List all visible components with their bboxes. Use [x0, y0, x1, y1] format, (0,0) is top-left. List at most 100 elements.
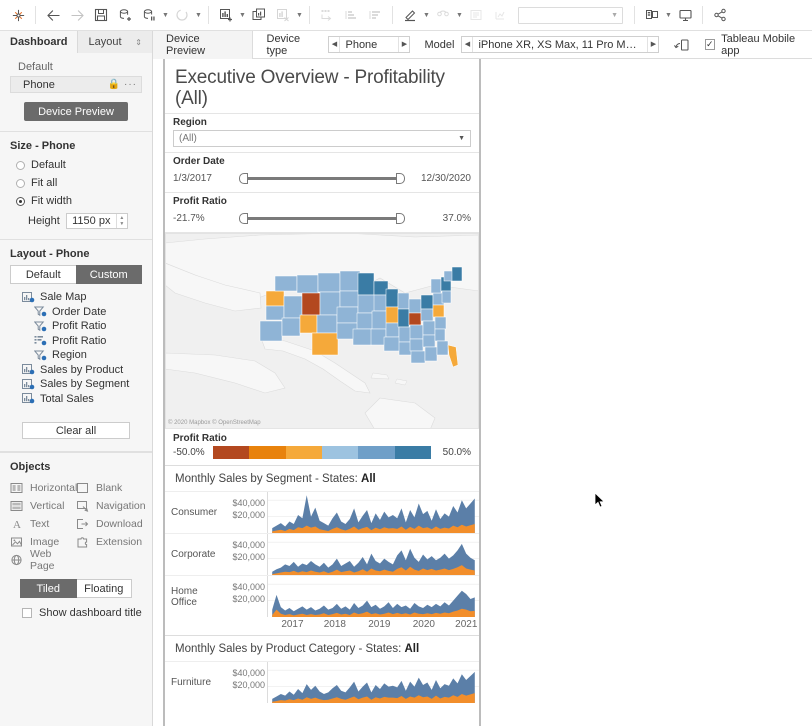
highlight-caret-icon[interactable]: ▼	[422, 3, 431, 27]
object-extension[interactable]: Extension	[76, 533, 142, 551]
radio-fit-width-icon[interactable]	[16, 196, 25, 206]
swap-rows-columns-icon[interactable]	[315, 3, 339, 27]
device-preview-button[interactable]: Device Preview	[24, 102, 128, 121]
fix-axes-icon[interactable]	[488, 3, 512, 27]
forward-arrow-icon[interactable]	[65, 3, 89, 27]
radio-fit-all-icon[interactable]	[16, 178, 25, 188]
device-type-next-icon[interactable]: ▶	[398, 37, 409, 52]
device-preview-icon[interactable]	[673, 3, 697, 27]
highlight-icon[interactable]	[398, 3, 422, 27]
show-dashboard-title-checkbox[interactable]	[22, 608, 32, 618]
group-icon[interactable]	[431, 3, 455, 27]
object-web-page[interactable]: Web Page	[10, 548, 76, 572]
segment-row-consumer[interactable]: Consumer $40,000 $20,000	[165, 491, 479, 533]
region-filter-select[interactable]: (All) ▼	[173, 130, 471, 147]
device-type-picker[interactable]: ◀ Phone ▶	[328, 36, 411, 53]
lock-icon[interactable]: 🔒	[108, 79, 120, 90]
clear-all-button[interactable]: Clear all	[22, 422, 130, 439]
height-stepper-arrows[interactable]: ▲ ▼	[115, 214, 127, 228]
device-list-item-phone[interactable]: Phone 🔒 ···	[10, 76, 142, 93]
filter-icon	[33, 306, 47, 317]
layout-mode-default[interactable]: Default	[10, 265, 76, 284]
back-arrow-icon[interactable]	[41, 3, 65, 27]
pause-updates-caret-icon[interactable]: ▼	[161, 3, 170, 27]
tableau-logo-icon[interactable]	[6, 3, 30, 27]
layout-item-order-date[interactable]: Order Date	[10, 305, 142, 320]
height-value[interactable]: 1150 px	[67, 214, 116, 228]
layout-mode-custom[interactable]: Custom	[75, 265, 142, 284]
new-worksheet-caret-icon[interactable]: ▼	[238, 3, 247, 27]
device-preview-tab[interactable]: Device Preview	[153, 30, 253, 59]
show-dashboard-title-row[interactable]: Show dashboard title	[22, 607, 142, 619]
order-date-slider[interactable]: 1/3/2017 12/30/2020	[173, 169, 471, 187]
refresh-icon[interactable]	[170, 3, 194, 27]
tab-layout-sort-icon[interactable]: ⇕	[135, 38, 142, 47]
object-text[interactable]: A Text	[10, 515, 76, 533]
layout-item-profit-ratio-filter[interactable]: Profit Ratio	[10, 319, 142, 334]
size-option-fit-width[interactable]: Fit width	[10, 193, 142, 209]
layout-item-sale-map[interactable]: Sale Map	[10, 290, 142, 305]
placement-floating[interactable]: Floating	[76, 579, 132, 598]
layout-section: Layout - Phone Default Custom Sale Map O…	[0, 240, 152, 452]
object-download[interactable]: Download	[76, 515, 143, 533]
model-next-icon[interactable]: ▶	[647, 37, 658, 52]
tableau-mobile-app-checkbox-row[interactable]: ✓ Tableau Mobile app	[704, 33, 812, 57]
object-navigation[interactable]: Navigation	[76, 497, 146, 515]
model-prev-icon[interactable]: ◀	[462, 37, 474, 52]
sort-descending-icon[interactable]	[363, 3, 387, 27]
chevron-down-icon[interactable]: ▼	[458, 135, 465, 142]
layout-item-profit-ratio-legend[interactable]: Profit Ratio	[10, 334, 142, 349]
layout-item-sales-by-product[interactable]: Sales by Product	[10, 363, 142, 378]
segment-row-corporate[interactable]: Corporate $40,000 $20,000	[165, 533, 479, 575]
show-labels-icon[interactable]	[464, 3, 488, 27]
object-vertical[interactable]: Vertical	[10, 497, 76, 515]
category-row-furniture[interactable]: Furniture $40,000 $20,000	[165, 661, 479, 703]
refresh-caret-icon[interactable]: ▼	[194, 3, 203, 27]
sort-ascending-icon[interactable]	[339, 3, 363, 27]
layout-item-region[interactable]: Region	[10, 348, 142, 363]
profit-ratio-track[interactable]	[239, 211, 405, 225]
layout-item-total-sales[interactable]: Total Sales	[10, 392, 142, 407]
device-type-prev-icon[interactable]: ◀	[329, 37, 341, 52]
radio-default-icon[interactable]	[16, 160, 25, 170]
presentation-caret-icon[interactable]: ▼	[664, 3, 673, 27]
fit-combo-caret-icon[interactable]: ▼	[611, 12, 618, 19]
order-date-right-handle[interactable]	[396, 173, 405, 184]
segment-plot-corporate[interactable]	[267, 534, 479, 575]
sale-map[interactable]: © 2020 Mapbox © OpenStreetMap	[165, 232, 479, 429]
profit-ratio-slider[interactable]: -21.7% 37.0%	[173, 209, 471, 227]
profit-ratio-left-handle[interactable]	[239, 213, 248, 224]
clear-sheet-caret-icon[interactable]: ▼	[295, 3, 304, 27]
size-option-default[interactable]: Default	[10, 157, 142, 173]
segment-row-home-office[interactable]: Home Office $40,000 $20,000	[165, 575, 479, 617]
segment-plot-consumer[interactable]	[267, 492, 479, 533]
tab-dashboard[interactable]: Dashboard	[0, 31, 79, 53]
duplicate-sheet-icon[interactable]	[247, 3, 271, 27]
tab-layout[interactable]: Layout ⇕	[78, 31, 152, 53]
object-blank[interactable]: Blank	[76, 479, 142, 497]
order-date-track[interactable]	[239, 171, 405, 185]
order-date-left-handle[interactable]	[239, 173, 248, 184]
fit-combo[interactable]: ▼	[518, 6, 623, 24]
tableau-mobile-app-checkbox[interactable]: ✓	[704, 39, 716, 50]
size-option-fit-all[interactable]: Fit all	[10, 175, 142, 191]
segment-plot-home-office[interactable]	[267, 576, 479, 617]
category-plot-furniture[interactable]	[267, 662, 479, 703]
more-options-icon[interactable]: ···	[124, 79, 137, 90]
pause-data-updates-icon[interactable]	[137, 3, 161, 27]
layout-item-sales-by-segment[interactable]: Sales by Segment	[10, 377, 142, 392]
rotate-device-icon[interactable]	[671, 35, 692, 55]
model-picker[interactable]: ◀ iPhone XR, XS Max, 11 Pro Max (414 x 8…	[461, 36, 660, 53]
device-phone-label: Phone	[23, 78, 55, 91]
new-data-source-icon[interactable]	[113, 3, 137, 27]
save-icon[interactable]	[89, 3, 113, 27]
share-icon[interactable]	[708, 3, 732, 27]
profit-ratio-right-handle[interactable]	[396, 213, 405, 224]
presentation-mode-icon[interactable]	[640, 3, 664, 27]
object-horizontal[interactable]: Horizontal	[10, 479, 77, 497]
placement-tiled[interactable]: Tiled	[20, 579, 77, 598]
height-stepper[interactable]: 1150 px ▲ ▼	[65, 213, 128, 229]
group-caret-icon[interactable]: ▼	[455, 3, 464, 27]
clear-sheet-icon[interactable]	[271, 3, 295, 27]
new-worksheet-icon[interactable]	[214, 3, 238, 27]
